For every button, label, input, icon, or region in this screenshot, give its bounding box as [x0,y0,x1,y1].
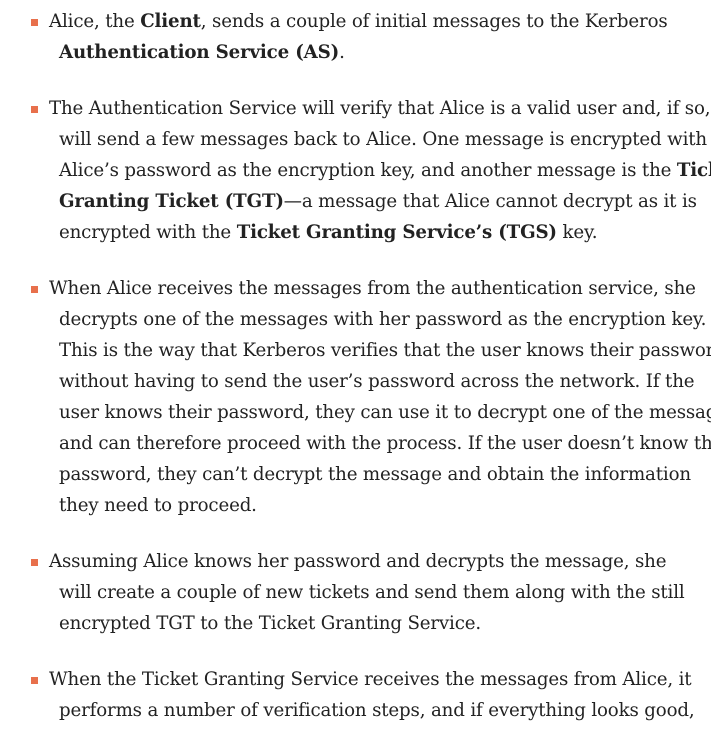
text-run: and can therefore proceed with the proce… [59,433,711,454]
text-run: , sends a couple of initial messages to … [200,11,668,32]
text-run: Assuming Alice knows her password and de… [49,551,667,572]
list-item-text: The Authentication Service will verify t… [0,93,711,248]
text-run: will create a couple of new tickets and … [59,582,685,603]
text-run: When Alice receives the messages from th… [49,278,696,299]
text-run: password, they can’t decrypt the message… [59,464,691,485]
text-run: they need to proceed. [59,495,257,516]
list-item: Assuming Alice knows her password and de… [0,546,711,639]
list-item-text: Assuming Alice knows her password and de… [0,546,711,639]
text-run: This is the way that Kerberos verifies t… [59,340,711,361]
bold-term: Client [140,11,201,32]
text-run: key. [556,222,598,243]
text-run: The Authentication Service will verify t… [49,98,711,119]
bold-term: Granting Ticket (TGT) [59,191,284,212]
text-run: encrypted TGT to the Ticket Granting Ser… [59,613,481,634]
text-run: When the Ticket Granting Service receive… [49,669,692,690]
bold-term: Ticket Granting Service’s (TGS) [236,222,557,243]
list-item: Alice, the Client, sends a couple of ini… [0,6,711,68]
bold-term: Authentication Service (AS) [59,42,340,63]
list-item-text: When Alice receives the messages from th… [0,273,711,521]
bullet-icon [31,286,38,293]
list-item: When Alice receives the messages from th… [0,273,711,521]
bullet-icon [31,19,38,26]
bullet-icon [31,106,38,113]
text-run: performs a number of verification steps,… [59,700,695,721]
list-item: The Authentication Service will verify t… [0,93,711,248]
text-run: without having to send the user’s passwo… [59,371,695,392]
text-run: encrypted with the [59,222,237,243]
text-run: Alice’s password as the encryption key, … [59,160,677,181]
text-run: will send a few messages back to Alice. … [59,129,707,150]
list-item-text: Alice, the Client, sends a couple of ini… [0,6,711,68]
bullet-icon [31,559,38,566]
text-run: —a message that Alice cannot decrypt as … [283,191,697,212]
text-run: decrypts one of the messages with her pa… [59,309,707,330]
text-run: . [339,42,345,63]
list-item-text: When the Ticket Granting Service receive… [0,664,711,726]
bold-term: Ticket [676,160,711,181]
list-item: When the Ticket Granting Service receive… [0,664,711,726]
text-run: user knows their password, they can use … [59,402,711,423]
bullet-icon [31,677,38,684]
text-run: Alice, the [49,11,141,32]
